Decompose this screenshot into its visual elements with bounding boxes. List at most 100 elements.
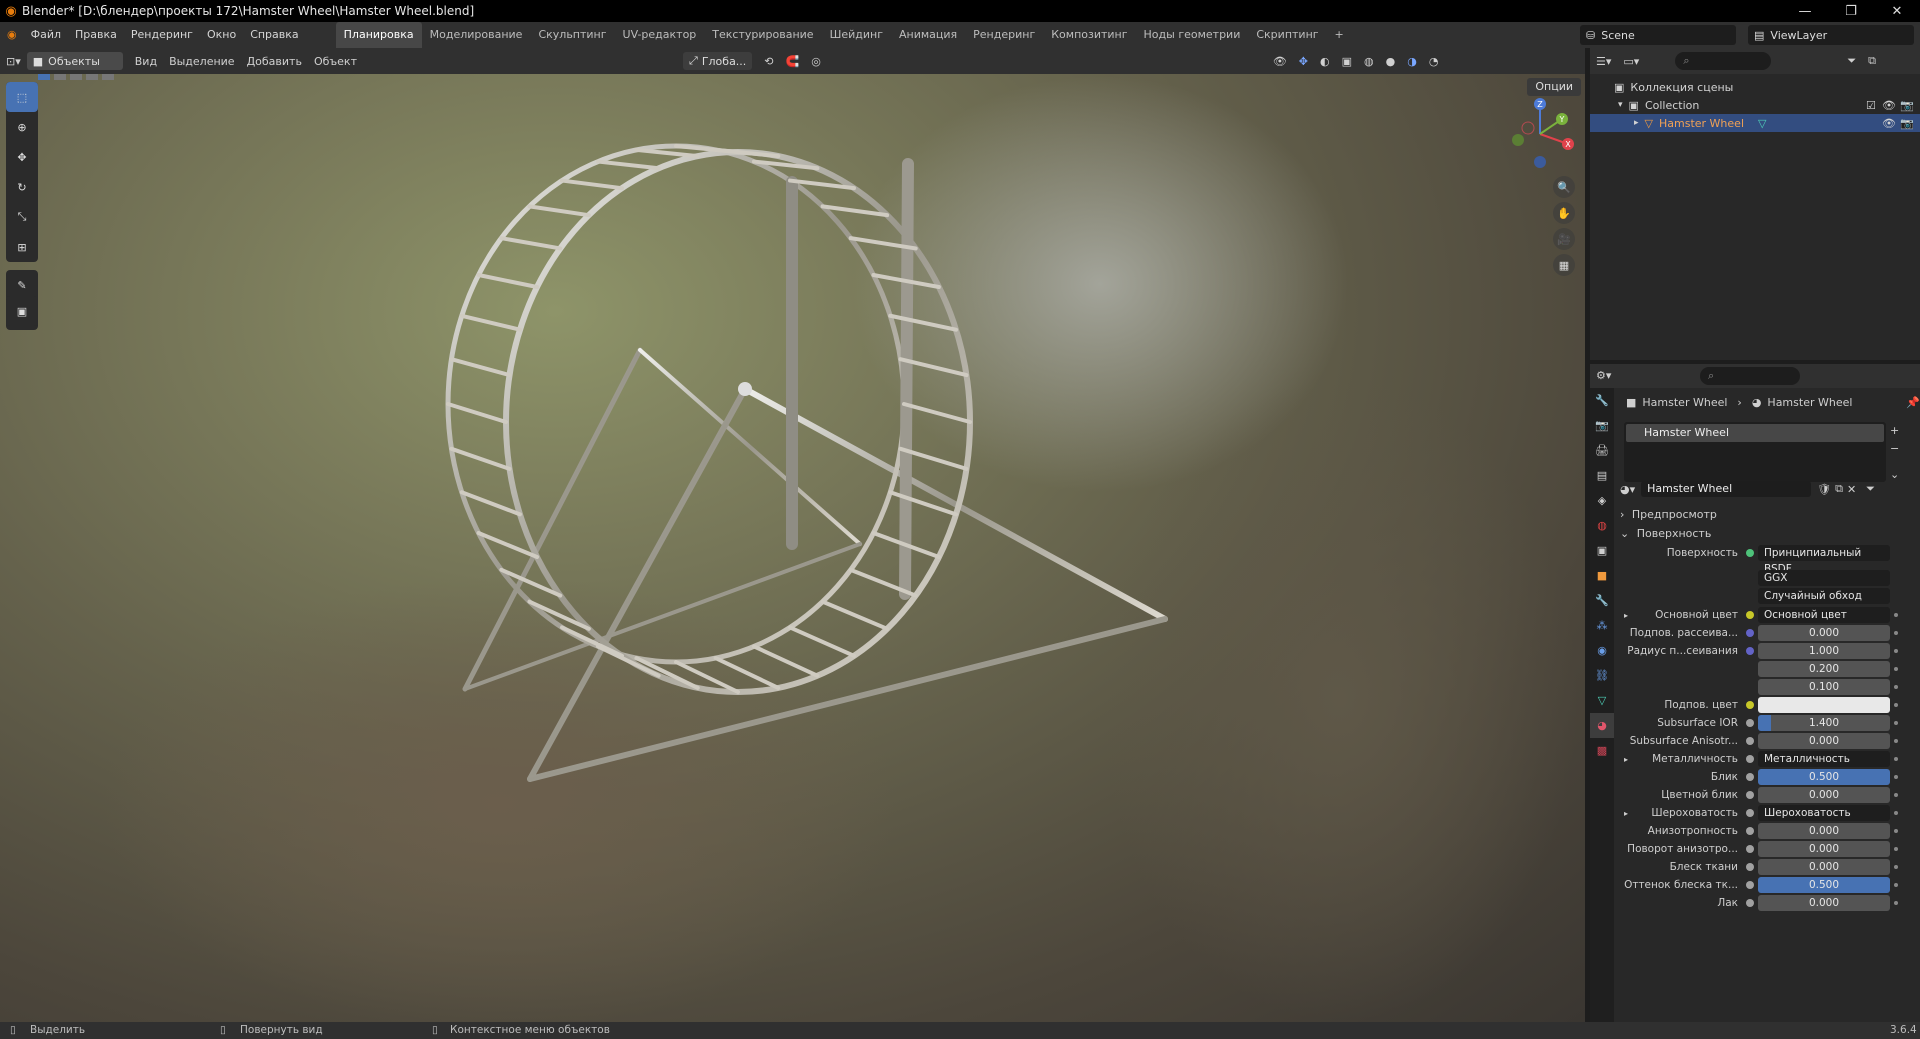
socket-icon[interactable]: [1746, 881, 1754, 889]
zoom-icon[interactable]: 🔍: [1553, 176, 1575, 198]
physics-tab-icon[interactable]: ◉: [1590, 638, 1614, 663]
socket-icon[interactable]: [1746, 647, 1754, 655]
outliner-collection-row[interactable]: ▾ ▣ Collection ☑ 👁 📷: [1590, 96, 1920, 114]
outliner-scene-collection[interactable]: ▣ Коллекция сцены: [1590, 78, 1920, 96]
keyframe-dot-icon[interactable]: [1894, 667, 1898, 671]
duplicate-material-icon[interactable]: ⧉: [1835, 482, 1843, 496]
snap-icon[interactable]: 🧲: [780, 55, 806, 68]
new-collection-icon[interactable]: ⧉: [1862, 54, 1882, 68]
camera-render-icon[interactable]: 📷: [1900, 117, 1914, 130]
bsdf-input-field[interactable]: Шероховатость: [1758, 805, 1890, 821]
tool-tab-icon[interactable]: 🔧: [1590, 388, 1614, 413]
tab-layout[interactable]: Планировка: [335, 22, 422, 48]
subsurface-method-dropdown[interactable]: Случайный обход: [1758, 588, 1890, 604]
visibility-icon[interactable]: 👁: [1267, 55, 1293, 68]
socket-icon[interactable]: [1746, 629, 1754, 637]
panel-preview[interactable]: › Предпросмотр: [1620, 508, 1916, 521]
3d-viewport[interactable]: ⬚ ⊕ ✥ ↻ ⤡ ⊞ ✎ 📐 ▣ Опции: [0, 74, 1585, 1022]
bsdf-input-field[interactable]: 0.000: [1758, 733, 1890, 749]
keyframe-dot-icon[interactable]: [1894, 757, 1898, 761]
socket-icon[interactable]: [1746, 737, 1754, 745]
eye-icon[interactable]: 👁: [1882, 99, 1896, 112]
tab-texture-paint[interactable]: Текстурирование: [704, 22, 821, 48]
data-tab-icon[interactable]: ▽: [1590, 688, 1614, 713]
bsdf-input-field[interactable]: Основной цвет: [1758, 607, 1890, 623]
world-tab-icon[interactable]: ◍: [1590, 513, 1614, 538]
material-tab-icon[interactable]: ◕: [1590, 713, 1614, 738]
tab-geometry-nodes[interactable]: Ноды геометрии: [1136, 22, 1249, 48]
perspective-toggle-icon[interactable]: ▦: [1553, 254, 1575, 276]
camera-render-icon[interactable]: 📷: [1900, 99, 1914, 112]
socket-icon[interactable]: [1746, 791, 1754, 799]
bsdf-input-field[interactable]: 0.200: [1758, 661, 1890, 677]
socket-icon[interactable]: [1746, 827, 1754, 835]
material-slot-item[interactable]: Hamster Wheel: [1626, 424, 1884, 442]
editor-type-icon[interactable]: ⚙▾: [1590, 369, 1617, 382]
keyframe-dot-icon[interactable]: [1894, 775, 1898, 779]
expand-icon[interactable]: ▸: [1634, 118, 1639, 128]
rendered-shading-icon[interactable]: ◔: [1423, 55, 1445, 68]
bsdf-input-field[interactable]: [1758, 697, 1890, 713]
keyframe-dot-icon[interactable]: [1894, 829, 1898, 833]
browse-material-icon[interactable]: ◕▾: [1620, 483, 1635, 496]
socket-icon[interactable]: [1746, 899, 1754, 907]
overlay-icon[interactable]: ◐: [1314, 55, 1336, 68]
maximize-icon[interactable]: ❐: [1828, 0, 1874, 22]
bsdf-input-field[interactable]: 0.500: [1758, 769, 1890, 785]
editor-type-icon[interactable]: ⊡▾: [0, 55, 27, 68]
expand-icon[interactable]: ▸: [1624, 755, 1628, 764]
menu-object[interactable]: Объект: [308, 55, 363, 68]
keyframe-dot-icon[interactable]: [1894, 793, 1898, 797]
constraints-tab-icon[interactable]: ⛓: [1590, 663, 1614, 688]
tab-animation[interactable]: Анимация: [891, 22, 965, 48]
outliner-object-row[interactable]: ▸ ▽ Hamster Wheel ▽ 👁 📷: [1590, 114, 1920, 132]
texture-tab-icon[interactable]: ▩: [1590, 738, 1614, 763]
socket-icon[interactable]: [1746, 611, 1754, 619]
bsdf-input-field[interactable]: 0.500: [1758, 877, 1890, 893]
socket-icon[interactable]: [1746, 755, 1754, 763]
keyframe-dot-icon[interactable]: [1894, 703, 1898, 707]
socket-icon[interactable]: [1746, 809, 1754, 817]
tab-sculpting[interactable]: Скульптинг: [530, 22, 614, 48]
add-slot-icon[interactable]: +: [1890, 424, 1899, 437]
keyframe-dot-icon[interactable]: [1894, 739, 1898, 743]
material-preview-shading-icon[interactable]: ◑: [1401, 55, 1423, 68]
menu-view[interactable]: Вид: [129, 55, 163, 68]
surface-shader-field[interactable]: Принципиальный BSDF: [1758, 545, 1890, 575]
keyframe-dot-icon[interactable]: [1894, 649, 1898, 653]
xray-icon[interactable]: ▣: [1336, 55, 1358, 68]
socket-icon[interactable]: [1746, 845, 1754, 853]
material-link-icon[interactable]: ⏷: [1866, 482, 1875, 496]
modifiers-tab-icon[interactable]: 🔧: [1590, 588, 1614, 613]
tab-rendering[interactable]: Рендеринг: [965, 22, 1043, 48]
material-name-field[interactable]: Hamster Wheel: [1641, 481, 1812, 497]
proportional-edit-icon[interactable]: ◎: [805, 55, 827, 68]
object-tab-icon[interactable]: ■: [1590, 563, 1614, 588]
keyframe-dot-icon[interactable]: [1894, 613, 1898, 617]
pan-hand-icon[interactable]: ✋: [1553, 202, 1575, 224]
display-mode-icon[interactable]: ▭▾: [1617, 55, 1645, 68]
menu-select[interactable]: Выделение: [163, 55, 241, 68]
expand-icon[interactable]: ▾: [1618, 100, 1623, 110]
hamster-wheel-model[interactable]: [0, 74, 1585, 1022]
bsdf-input-field[interactable]: Металличность: [1758, 751, 1890, 767]
editor-type-icon[interactable]: ☰▾: [1590, 55, 1617, 68]
gizmo-toggle-icon[interactable]: ✥: [1293, 55, 1314, 68]
pivot-icon[interactable]: ⟲: [758, 55, 779, 68]
view-layer-selector[interactable]: ▤ ViewLayer: [1748, 25, 1914, 45]
socket-icon[interactable]: [1746, 863, 1754, 871]
particles-tab-icon[interactable]: ⁂: [1590, 613, 1614, 638]
expand-icon[interactable]: ▸: [1624, 809, 1628, 818]
bsdf-input-field[interactable]: 0.000: [1758, 841, 1890, 857]
keyframe-dot-icon[interactable]: [1894, 847, 1898, 851]
bsdf-input-field[interactable]: 0.000: [1758, 823, 1890, 839]
output-tab-icon[interactable]: 🖨: [1590, 438, 1614, 463]
bsdf-input-field[interactable]: 0.000: [1758, 895, 1890, 911]
keyframe-dot-icon[interactable]: [1894, 811, 1898, 815]
panel-surface[interactable]: ⌄ Поверхность: [1620, 527, 1916, 540]
tab-modeling[interactable]: Моделирование: [422, 22, 531, 48]
close-icon[interactable]: ✕: [1874, 0, 1920, 22]
keyframe-dot-icon[interactable]: [1894, 721, 1898, 725]
keyframe-dot-icon[interactable]: [1894, 901, 1898, 905]
mesh-data-icon[interactable]: ▽: [1758, 117, 1766, 130]
